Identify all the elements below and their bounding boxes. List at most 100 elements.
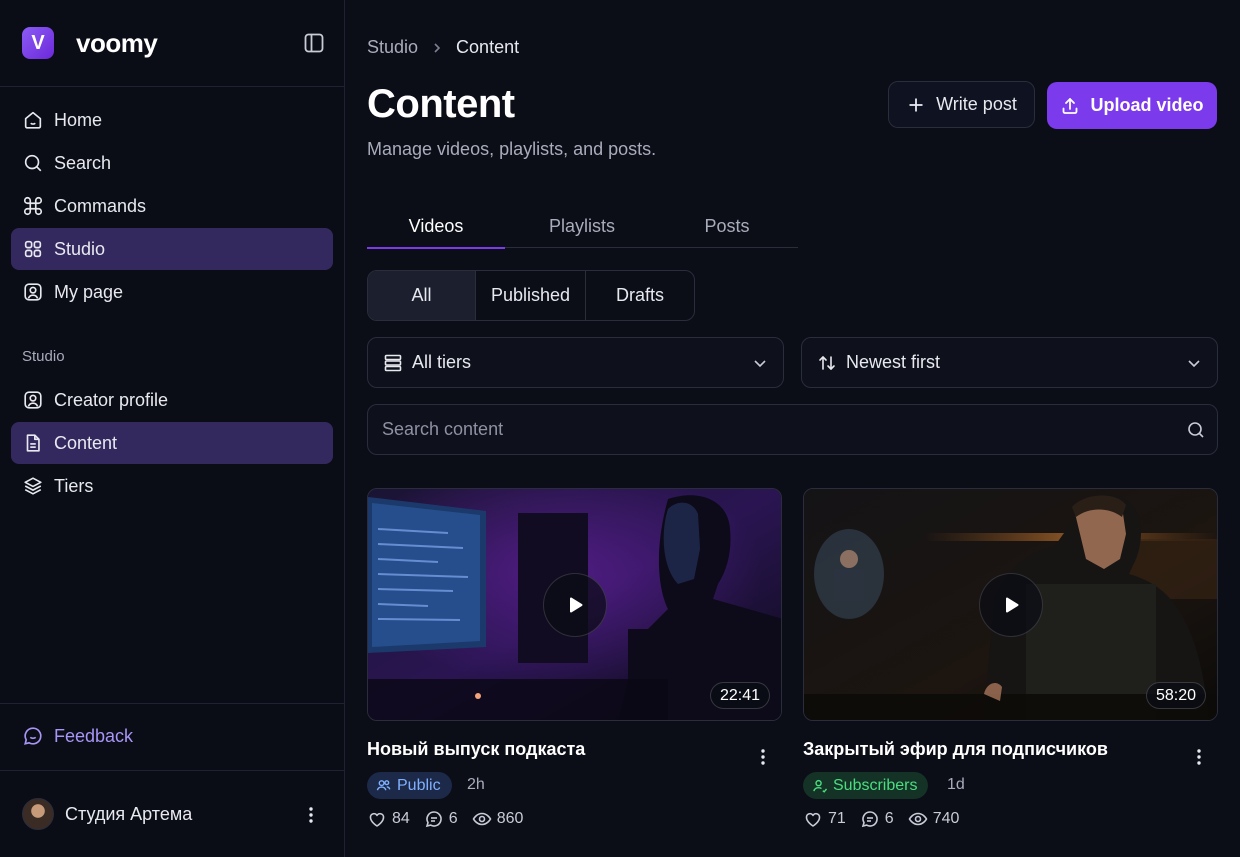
- sidebar-item-label: Tiers: [54, 475, 94, 496]
- profile-name: Студия Артема: [65, 803, 193, 824]
- play-button[interactable]: [978, 572, 1043, 637]
- video-more-icon[interactable]: [753, 747, 773, 767]
- write-post-button[interactable]: Write post: [888, 81, 1035, 128]
- tab-posts[interactable]: Posts: [658, 206, 796, 248]
- breadcrumb: Studio Content: [367, 37, 519, 58]
- chevron-right-icon: [431, 42, 443, 54]
- avatar: [22, 798, 54, 830]
- layers-icon: [22, 475, 44, 497]
- feedback-label: Feedback: [54, 725, 134, 746]
- likes-stat: 84: [367, 809, 410, 829]
- main-content: Studio Content Content Manage videos, pl…: [345, 0, 1240, 857]
- sidebar-divider: [0, 86, 344, 87]
- sort-select[interactable]: Newest first: [801, 337, 1218, 388]
- write-post-label: Write post: [936, 94, 1017, 114]
- status-filter: All Published Drafts: [367, 270, 695, 321]
- upload-icon: [1060, 96, 1080, 116]
- comment-icon: [860, 809, 880, 829]
- breadcrumb-studio[interactable]: Studio: [367, 37, 418, 58]
- sidebar-divider: [0, 703, 344, 704]
- video-thumbnail[interactable]: 22:41: [367, 488, 782, 721]
- views-stat: 860: [472, 809, 524, 829]
- video-title[interactable]: Новый выпуск подкаста: [367, 739, 585, 760]
- sidebar-item-label: Content: [54, 432, 118, 453]
- comments-count: 6: [884, 810, 894, 827]
- comments-count: 6: [448, 810, 458, 827]
- brand[interactable]: V voomy: [22, 27, 158, 59]
- sidebar: V voomy Home Search Commands Studio My p…: [0, 0, 345, 857]
- list-icon: [383, 353, 403, 373]
- search-icon: [22, 152, 44, 174]
- eye-icon: [908, 809, 928, 829]
- eye-icon: [472, 809, 492, 829]
- grid-icon: [22, 238, 44, 260]
- sort-icon: [817, 353, 837, 373]
- content-tabs: Videos Playlists Posts: [367, 206, 798, 249]
- video-duration: 22:41: [709, 682, 770, 709]
- video-title[interactable]: Закрытый эфир для подписчиков: [803, 739, 1108, 760]
- page-subtitle: Manage videos, playlists, and posts.: [367, 139, 657, 159]
- search-icon[interactable]: [1186, 420, 1206, 440]
- visibility-label: Subscribers: [833, 776, 918, 794]
- heart-icon: [803, 809, 823, 829]
- upload-video-button[interactable]: Upload video: [1047, 82, 1217, 129]
- sort-select-value: Newest first: [846, 352, 941, 372]
- chat-bubble-icon: [22, 725, 44, 747]
- video-age: 1d: [947, 776, 965, 793]
- filter-all[interactable]: All: [368, 271, 476, 320]
- video-thumbnail[interactable]: 58:20: [803, 488, 1218, 721]
- sidebar-item-label: Creator profile: [54, 389, 169, 410]
- sidebar-item-label: Home: [54, 109, 103, 130]
- user-square-icon: [22, 281, 44, 303]
- views-count: 860: [496, 810, 524, 827]
- video-age: 2h: [467, 776, 485, 793]
- sidebar-item-my-page[interactable]: My page: [11, 271, 333, 313]
- video-more-icon[interactable]: [1189, 747, 1209, 767]
- likes-count: 71: [828, 810, 846, 827]
- search-input[interactable]: [368, 405, 1186, 454]
- user-square-icon: [22, 389, 44, 411]
- filter-published[interactable]: Published: [476, 271, 586, 320]
- search-bar: [367, 404, 1218, 455]
- sidebar-section-label: Studio: [22, 348, 65, 365]
- sidebar-item-home[interactable]: Home: [11, 99, 333, 141]
- chevron-down-icon: [1185, 354, 1203, 372]
- sidebar-toggle-icon[interactable]: [302, 31, 326, 55]
- plus-icon: [906, 95, 926, 115]
- comment-icon: [424, 809, 444, 829]
- users-icon: [376, 778, 391, 793]
- comments-stat: 6: [860, 809, 894, 829]
- sidebar-item-tiers[interactable]: Tiers: [11, 465, 333, 507]
- likes-count: 84: [392, 810, 410, 827]
- sidebar-item-search[interactable]: Search: [11, 142, 333, 184]
- user-icon: [812, 778, 827, 793]
- sidebar-item-label: Search: [54, 152, 112, 173]
- feedback-link[interactable]: Feedback: [22, 725, 133, 747]
- video-duration: 58:20: [1145, 682, 1206, 709]
- command-icon: [22, 195, 44, 217]
- tier-select-value: All tiers: [412, 352, 472, 372]
- file-icon: [22, 432, 44, 454]
- heart-icon: [367, 809, 387, 829]
- sidebar-item-label: Studio: [54, 238, 106, 259]
- sidebar-item-content[interactable]: Content: [11, 422, 333, 464]
- logo-text: voomy: [76, 27, 158, 58]
- tab-playlists[interactable]: Playlists: [513, 206, 651, 248]
- sidebar-item-studio[interactable]: Studio: [11, 228, 333, 270]
- play-button[interactable]: [542, 572, 607, 637]
- profile-more-icon[interactable]: [301, 805, 321, 825]
- profile-menu[interactable]: Студия Артема: [22, 797, 332, 831]
- sidebar-item-creator-profile[interactable]: Creator profile: [11, 379, 333, 421]
- views-stat: 740: [908, 809, 959, 829]
- visibility-badge: Public: [367, 772, 452, 799]
- play-icon: [569, 597, 582, 612]
- home-icon: [22, 109, 44, 131]
- tier-select[interactable]: All tiers: [367, 337, 784, 388]
- tab-videos[interactable]: Videos: [367, 206, 505, 249]
- visibility-badge: Subscribers: [803, 772, 929, 799]
- page-title: Content: [367, 82, 515, 126]
- video-stats: 84 6 860: [367, 809, 537, 829]
- sidebar-item-commands[interactable]: Commands: [11, 185, 333, 227]
- filter-drafts[interactable]: Drafts: [586, 271, 694, 320]
- upload-video-label: Upload video: [1090, 95, 1204, 115]
